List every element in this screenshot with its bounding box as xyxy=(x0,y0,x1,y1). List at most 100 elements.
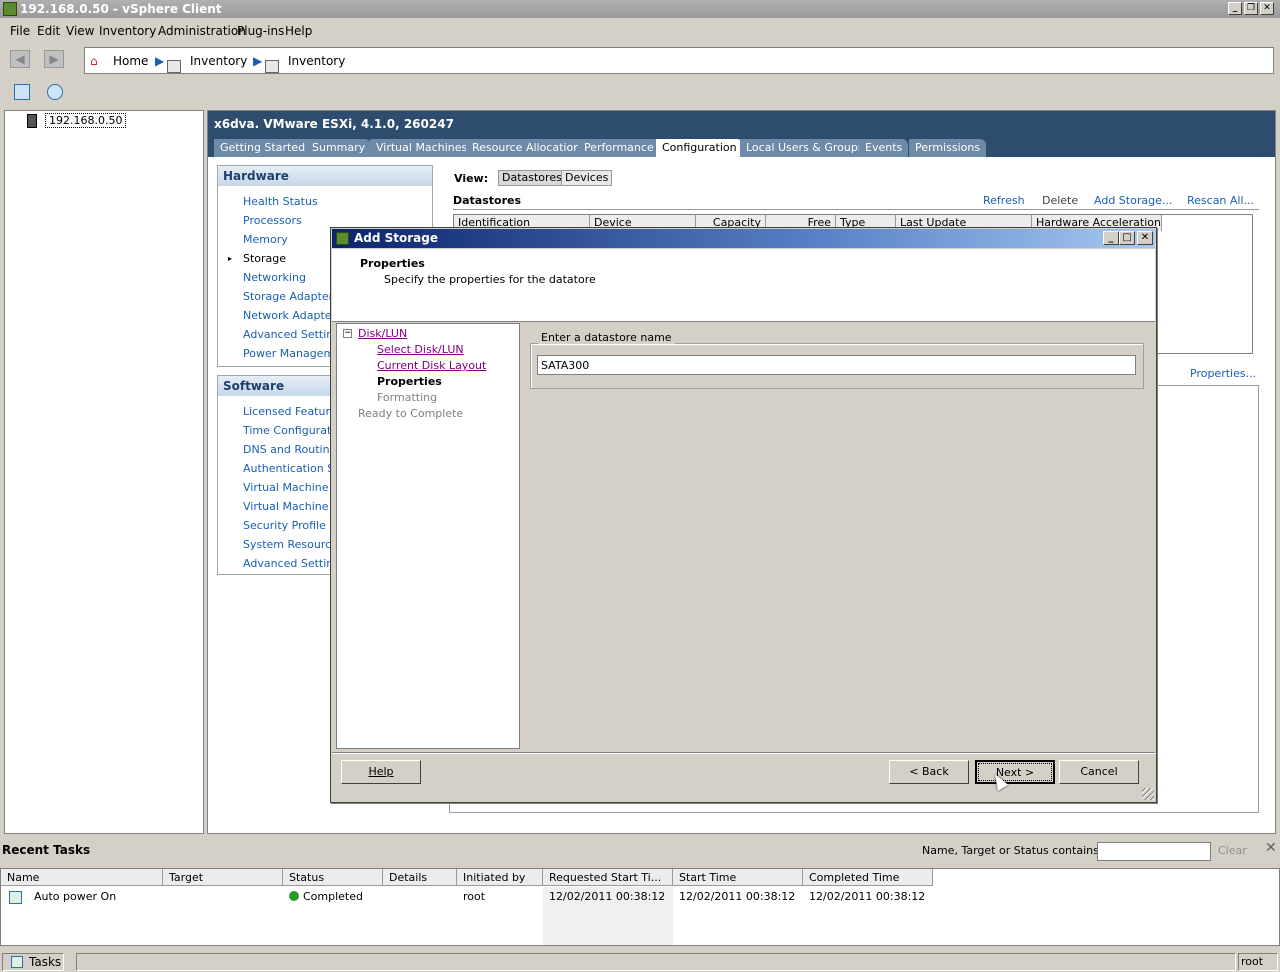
hardware-heading: Hardware xyxy=(218,166,432,186)
breadcrumb-home[interactable]: Home xyxy=(113,54,148,68)
status-user: root xyxy=(1238,953,1278,971)
back-arrow-icon[interactable]: ◀ xyxy=(10,50,30,68)
step-select-disk[interactable]: Select Disk/LUN xyxy=(377,343,464,356)
tab-resource-allocation[interactable]: Resource Allocation xyxy=(466,139,587,157)
delete-link[interactable]: Delete xyxy=(1042,194,1078,207)
collapse-icon[interactable]: − xyxy=(343,329,352,338)
tab-configuration[interactable]: Configuration xyxy=(656,139,743,157)
tab-permissions[interactable]: Permissions xyxy=(909,139,987,157)
refresh-link[interactable]: Refresh xyxy=(983,194,1025,207)
filter-input[interactable] xyxy=(1097,842,1211,861)
step-current-disk-layout[interactable]: Current Disk Layout xyxy=(377,359,486,372)
forward-arrow-icon[interactable]: ▶ xyxy=(44,50,64,68)
sw-security-profile-link[interactable]: Security Profile xyxy=(243,519,326,532)
sw-licensed-features-link[interactable]: Licensed Features xyxy=(243,405,342,418)
col-details[interactable]: Details xyxy=(383,869,457,886)
dialog-minimize-icon[interactable]: _ xyxy=(1103,231,1119,245)
step-properties: Properties xyxy=(377,375,442,388)
tab-summary[interactable]: Summary xyxy=(306,139,372,157)
page-subtitle: Specify the properties for the datatore xyxy=(384,273,596,286)
dialog-titlebar: Add Storage _ □ ✕ xyxy=(332,229,1155,248)
col-name[interactable]: Name xyxy=(1,869,163,886)
back-button[interactable]: < Back xyxy=(889,760,969,784)
tab-local-users-groups[interactable]: Local Users & Groups xyxy=(740,139,870,157)
hw-storage-link[interactable]: Storage xyxy=(243,252,286,265)
menu-help[interactable]: Help xyxy=(285,24,312,38)
hw-health-status-link[interactable]: Health Status xyxy=(243,195,318,208)
tab-virtual-machines[interactable]: Virtual Machines xyxy=(370,139,474,157)
sw-dns-routing-link[interactable]: DNS and Routing xyxy=(243,443,337,456)
cancel-button[interactable]: Cancel xyxy=(1059,760,1139,784)
datastores-title: Datastores xyxy=(453,194,522,207)
step-disk-lun[interactable]: Disk/LUN xyxy=(358,327,407,340)
hw-storage-adapters-link[interactable]: Storage Adapters xyxy=(243,290,339,303)
filter-label[interactable]: Name, Target or Status contains: ▾ xyxy=(922,844,1112,857)
next-button[interactable]: Next > xyxy=(975,760,1055,784)
breadcrumb-inventory[interactable]: Inventory xyxy=(190,54,247,68)
view-label: View: xyxy=(454,172,489,185)
task-status: Completed xyxy=(289,890,363,903)
col-start-time[interactable]: Start Time xyxy=(673,869,803,886)
close-tasks-icon[interactable]: ✕ xyxy=(1265,840,1277,856)
col-target[interactable]: Target xyxy=(163,869,283,886)
dialog-maximize-icon[interactable]: □ xyxy=(1119,231,1135,245)
datastore-name-label: Enter a datastore name xyxy=(538,331,675,344)
menu-file[interactable]: File xyxy=(10,24,30,38)
close-icon[interactable]: ✕ xyxy=(1260,2,1274,15)
dialog-close-icon[interactable]: ✕ xyxy=(1137,231,1153,245)
inventory-tree: 192.168.0.50 xyxy=(4,110,204,834)
clear-button[interactable]: Clear xyxy=(1218,844,1247,857)
view-datastores-button[interactable]: Datastores xyxy=(498,170,566,186)
completed-check-icon xyxy=(289,891,299,901)
tab-events[interactable]: Events xyxy=(859,139,909,157)
selected-arrow-icon: ▸ xyxy=(228,254,233,263)
resize-grip-icon[interactable] xyxy=(1142,788,1154,800)
hw-network-adapters-link[interactable]: Network Adapters xyxy=(243,309,342,322)
recent-tasks-title: Recent Tasks xyxy=(2,843,91,857)
task-initiated-by: root xyxy=(463,890,486,903)
tab-getting-started[interactable]: Getting Started xyxy=(214,139,312,157)
menu-view[interactable]: View xyxy=(66,24,94,38)
home-icon[interactable]: ⌂ xyxy=(90,54,98,68)
menu-inventory[interactable]: Inventory xyxy=(99,24,156,38)
breadcrumb-inventory-current[interactable]: Inventory xyxy=(288,54,345,68)
col-initiated-by[interactable]: Initiated by xyxy=(457,869,543,886)
breadcrumb-arrow-icon[interactable]: ▶ xyxy=(155,54,164,68)
col-completed-time[interactable]: Completed Time xyxy=(803,869,933,886)
rescan-all-link[interactable]: Rescan All... xyxy=(1187,194,1254,207)
task-name[interactable]: Auto power On xyxy=(34,890,116,903)
breadcrumb-arrow-icon[interactable]: ▶ xyxy=(253,54,262,68)
host-server-icon xyxy=(27,114,37,128)
datastore-name-input[interactable] xyxy=(537,355,1136,375)
navigation-bar: ◀ ▶ ⌂ Home ▶ Inventory ▶ Inventory xyxy=(0,44,1280,76)
view-devices-button[interactable]: Devices xyxy=(561,170,613,186)
tree-node-host[interactable]: 192.168.0.50 xyxy=(45,113,127,128)
minimize-icon[interactable]: _ xyxy=(1228,2,1242,15)
tasks-button[interactable]: Tasks xyxy=(2,953,64,971)
vsphere-app-icon xyxy=(3,2,17,16)
window-title: 192.168.0.50 - vSphere Client xyxy=(20,2,222,16)
breadcrumb: ⌂ Home ▶ Inventory ▶ Inventory xyxy=(84,47,1274,74)
hw-memory-link[interactable]: Memory xyxy=(243,233,288,246)
recent-tasks-header: Recent Tasks Name, Target or Status cont… xyxy=(0,840,1280,862)
menu-administration[interactable]: Administration xyxy=(158,24,246,38)
dialog-title: Add Storage xyxy=(354,231,439,245)
col-requested-start[interactable]: Requested Start Ti... xyxy=(543,869,673,886)
add-host-icon[interactable] xyxy=(14,84,30,100)
properties-link[interactable]: Properties... xyxy=(1190,367,1256,380)
restore-icon[interactable]: ❐ xyxy=(1244,2,1258,15)
toolbar xyxy=(0,78,1280,106)
refresh-host-icon[interactable] xyxy=(47,84,63,100)
hw-processors-link[interactable]: Processors xyxy=(243,214,302,227)
step-formatting: Formatting xyxy=(377,391,438,404)
add-storage-link[interactable]: Add Storage... xyxy=(1094,194,1172,207)
menu-plugins[interactable]: Plug-ins xyxy=(237,24,284,38)
help-button[interactable]: Help xyxy=(341,760,421,784)
tab-performance[interactable]: Performance xyxy=(578,139,660,157)
hw-networking-link[interactable]: Networking xyxy=(243,271,306,284)
menu-edit[interactable]: Edit xyxy=(37,24,60,38)
host-header: x6dva. VMware ESXi, 4.1.0, 260247 Gettin… xyxy=(208,111,1275,157)
col-status[interactable]: Status xyxy=(283,869,383,886)
dialog-separator xyxy=(332,752,1155,754)
tasks-icon xyxy=(11,956,23,968)
